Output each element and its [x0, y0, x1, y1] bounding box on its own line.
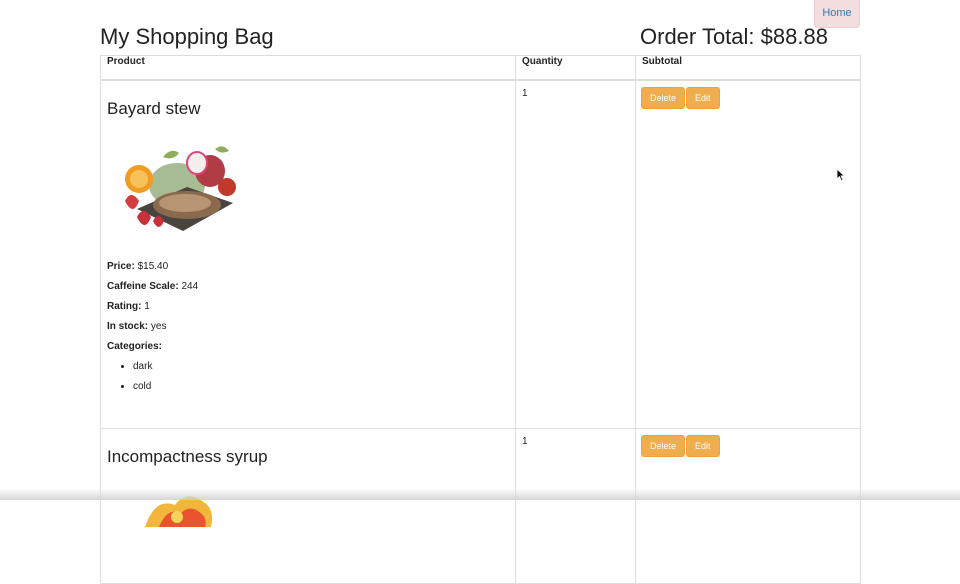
- caffeine-label: Caffeine Scale:: [107, 280, 179, 292]
- column-header-subtotal: Subtotal: [635, 55, 861, 81]
- table-header-row: Product Quantity Subtotal: [100, 55, 861, 81]
- categories-label: Categories:: [107, 340, 163, 352]
- product-name: Incompactness syrup: [107, 446, 268, 466]
- in-stock-row: In stock: yes: [107, 321, 509, 341]
- price-value: $15.40: [137, 260, 169, 272]
- table-row: Incompactness syrup 1 Delete Edit: [100, 427, 861, 584]
- mouse-cursor-icon: [836, 168, 846, 182]
- subtotal-cell: Delete Edit: [635, 427, 861, 584]
- quantity-cell: 1: [515, 79, 636, 429]
- edit-button[interactable]: Edit: [686, 86, 720, 109]
- delete-button[interactable]: Delete: [641, 86, 686, 109]
- in-stock-label: In stock:: [107, 320, 149, 332]
- table-row: Bayard stew Price: $15.40 Caffeine Scale…: [100, 79, 861, 429]
- caffeine-row: Caffeine Scale: 244: [107, 281, 509, 301]
- order-total: Order Total: $88.88: [640, 24, 828, 49]
- category-item: dark: [133, 361, 509, 381]
- product-cell: Bayard stew Price: $15.40 Caffeine Scale…: [100, 79, 516, 429]
- shopping-bag-table: Product Quantity Subtotal Bayard stew Pr…: [100, 55, 861, 584]
- quantity-value: 1: [522, 435, 528, 447]
- quantity-cell: 1: [515, 427, 636, 584]
- category-item: cold: [133, 381, 509, 401]
- quantity-value: 1: [522, 87, 528, 99]
- product-image: [125, 145, 236, 231]
- delete-button[interactable]: Delete: [641, 434, 686, 457]
- subtotal-cell: Delete Edit: [635, 79, 861, 429]
- product-cell: Incompactness syrup: [100, 427, 516, 584]
- caffeine-value: 244: [181, 280, 199, 292]
- rating-label: Rating:: [107, 300, 142, 312]
- column-header-product: Product: [100, 55, 516, 81]
- column-header-quantity: Quantity: [515, 55, 636, 81]
- bottom-shadow: [0, 488, 960, 500]
- categories-list: dark cold: [107, 361, 509, 401]
- price-row: Price: $15.40: [107, 261, 509, 281]
- rating-value: 1: [144, 300, 150, 312]
- price-label: Price:: [107, 260, 135, 272]
- rating-row: Rating: 1: [107, 301, 509, 321]
- page-title: My Shopping Bag: [100, 24, 274, 49]
- in-stock-value: yes: [150, 320, 167, 332]
- categories-row: Categories:: [107, 341, 509, 361]
- edit-button[interactable]: Edit: [686, 434, 720, 457]
- product-name: Bayard stew: [107, 98, 201, 118]
